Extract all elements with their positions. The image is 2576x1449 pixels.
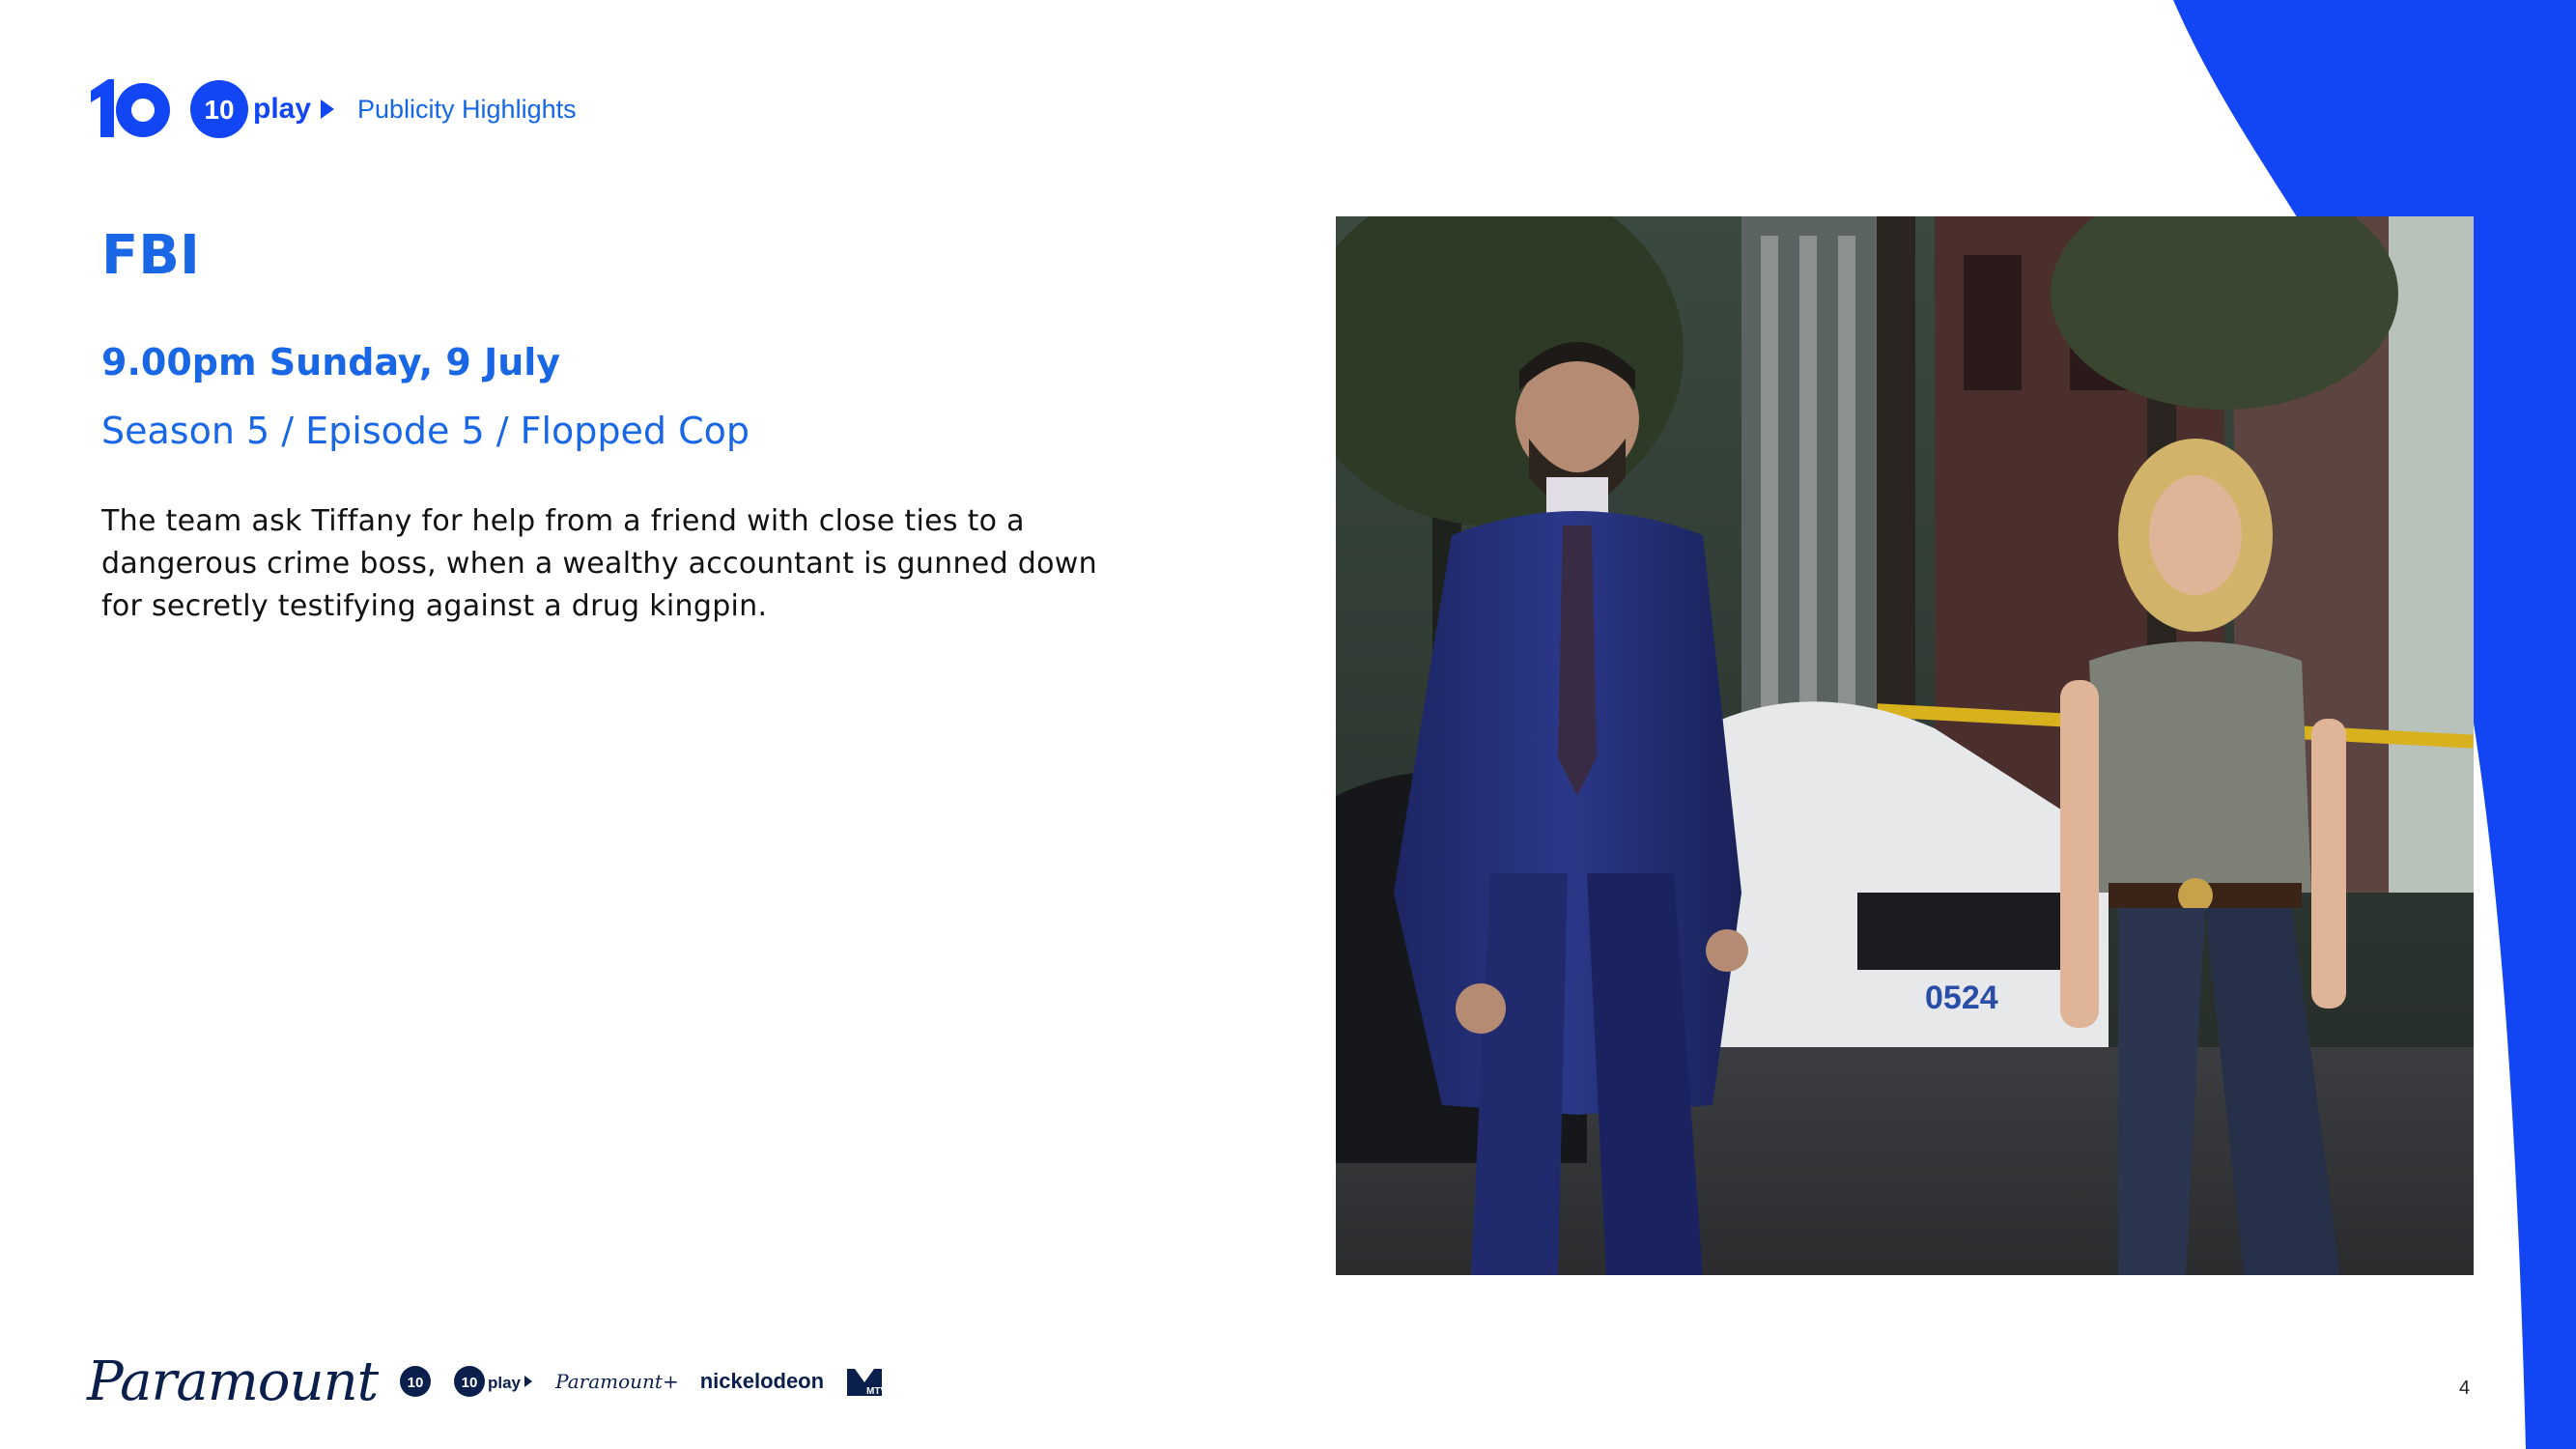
tenplay-footer-icon: 10 play bbox=[454, 1366, 533, 1397]
airtime: 9.00pm Sunday, 9 July bbox=[101, 341, 561, 384]
page-number: 4 bbox=[2459, 1378, 2471, 1399]
tenplay-footer-word: play bbox=[488, 1374, 522, 1392]
synopsis: The team ask Tiffany for help from a fri… bbox=[101, 504, 1097, 623]
paramount-plus-logo-text: Paramount+ bbox=[555, 1370, 679, 1393]
tenplay-logo-number: 10 bbox=[204, 95, 234, 125]
header-logos: 10 play Publicity Highlights bbox=[87, 75, 577, 143]
ten-footer-icon: 10 bbox=[400, 1366, 432, 1397]
section-label: Publicity Highlights bbox=[357, 94, 577, 124]
footer-brand-bar: Paramount 10 10 play Paramount+ nickelod… bbox=[87, 1343, 884, 1420]
mtv-logo-text: MTV bbox=[866, 1386, 884, 1397]
ten-footer-number: 10 bbox=[408, 1375, 424, 1391]
tenplay-logo-word: play bbox=[253, 93, 311, 125]
promo-photo: 0524 bbox=[1336, 216, 2474, 1275]
paramount-logo-text: Paramount bbox=[87, 1350, 379, 1413]
ten-logo-icon bbox=[91, 79, 170, 137]
tenplay-logo-icon: 10 play bbox=[190, 80, 334, 138]
mtv-logo-icon: MTV bbox=[847, 1369, 884, 1397]
nickelodeon-logo-text: nickelodeon bbox=[699, 1369, 825, 1393]
show-title: FBI bbox=[101, 224, 200, 287]
police-car-plate: 0524 bbox=[1925, 980, 1998, 1016]
episode-info: Season 5 / Episode 5 / Flopped Cop bbox=[101, 410, 750, 452]
tenplay-footer-number: 10 bbox=[462, 1375, 478, 1391]
